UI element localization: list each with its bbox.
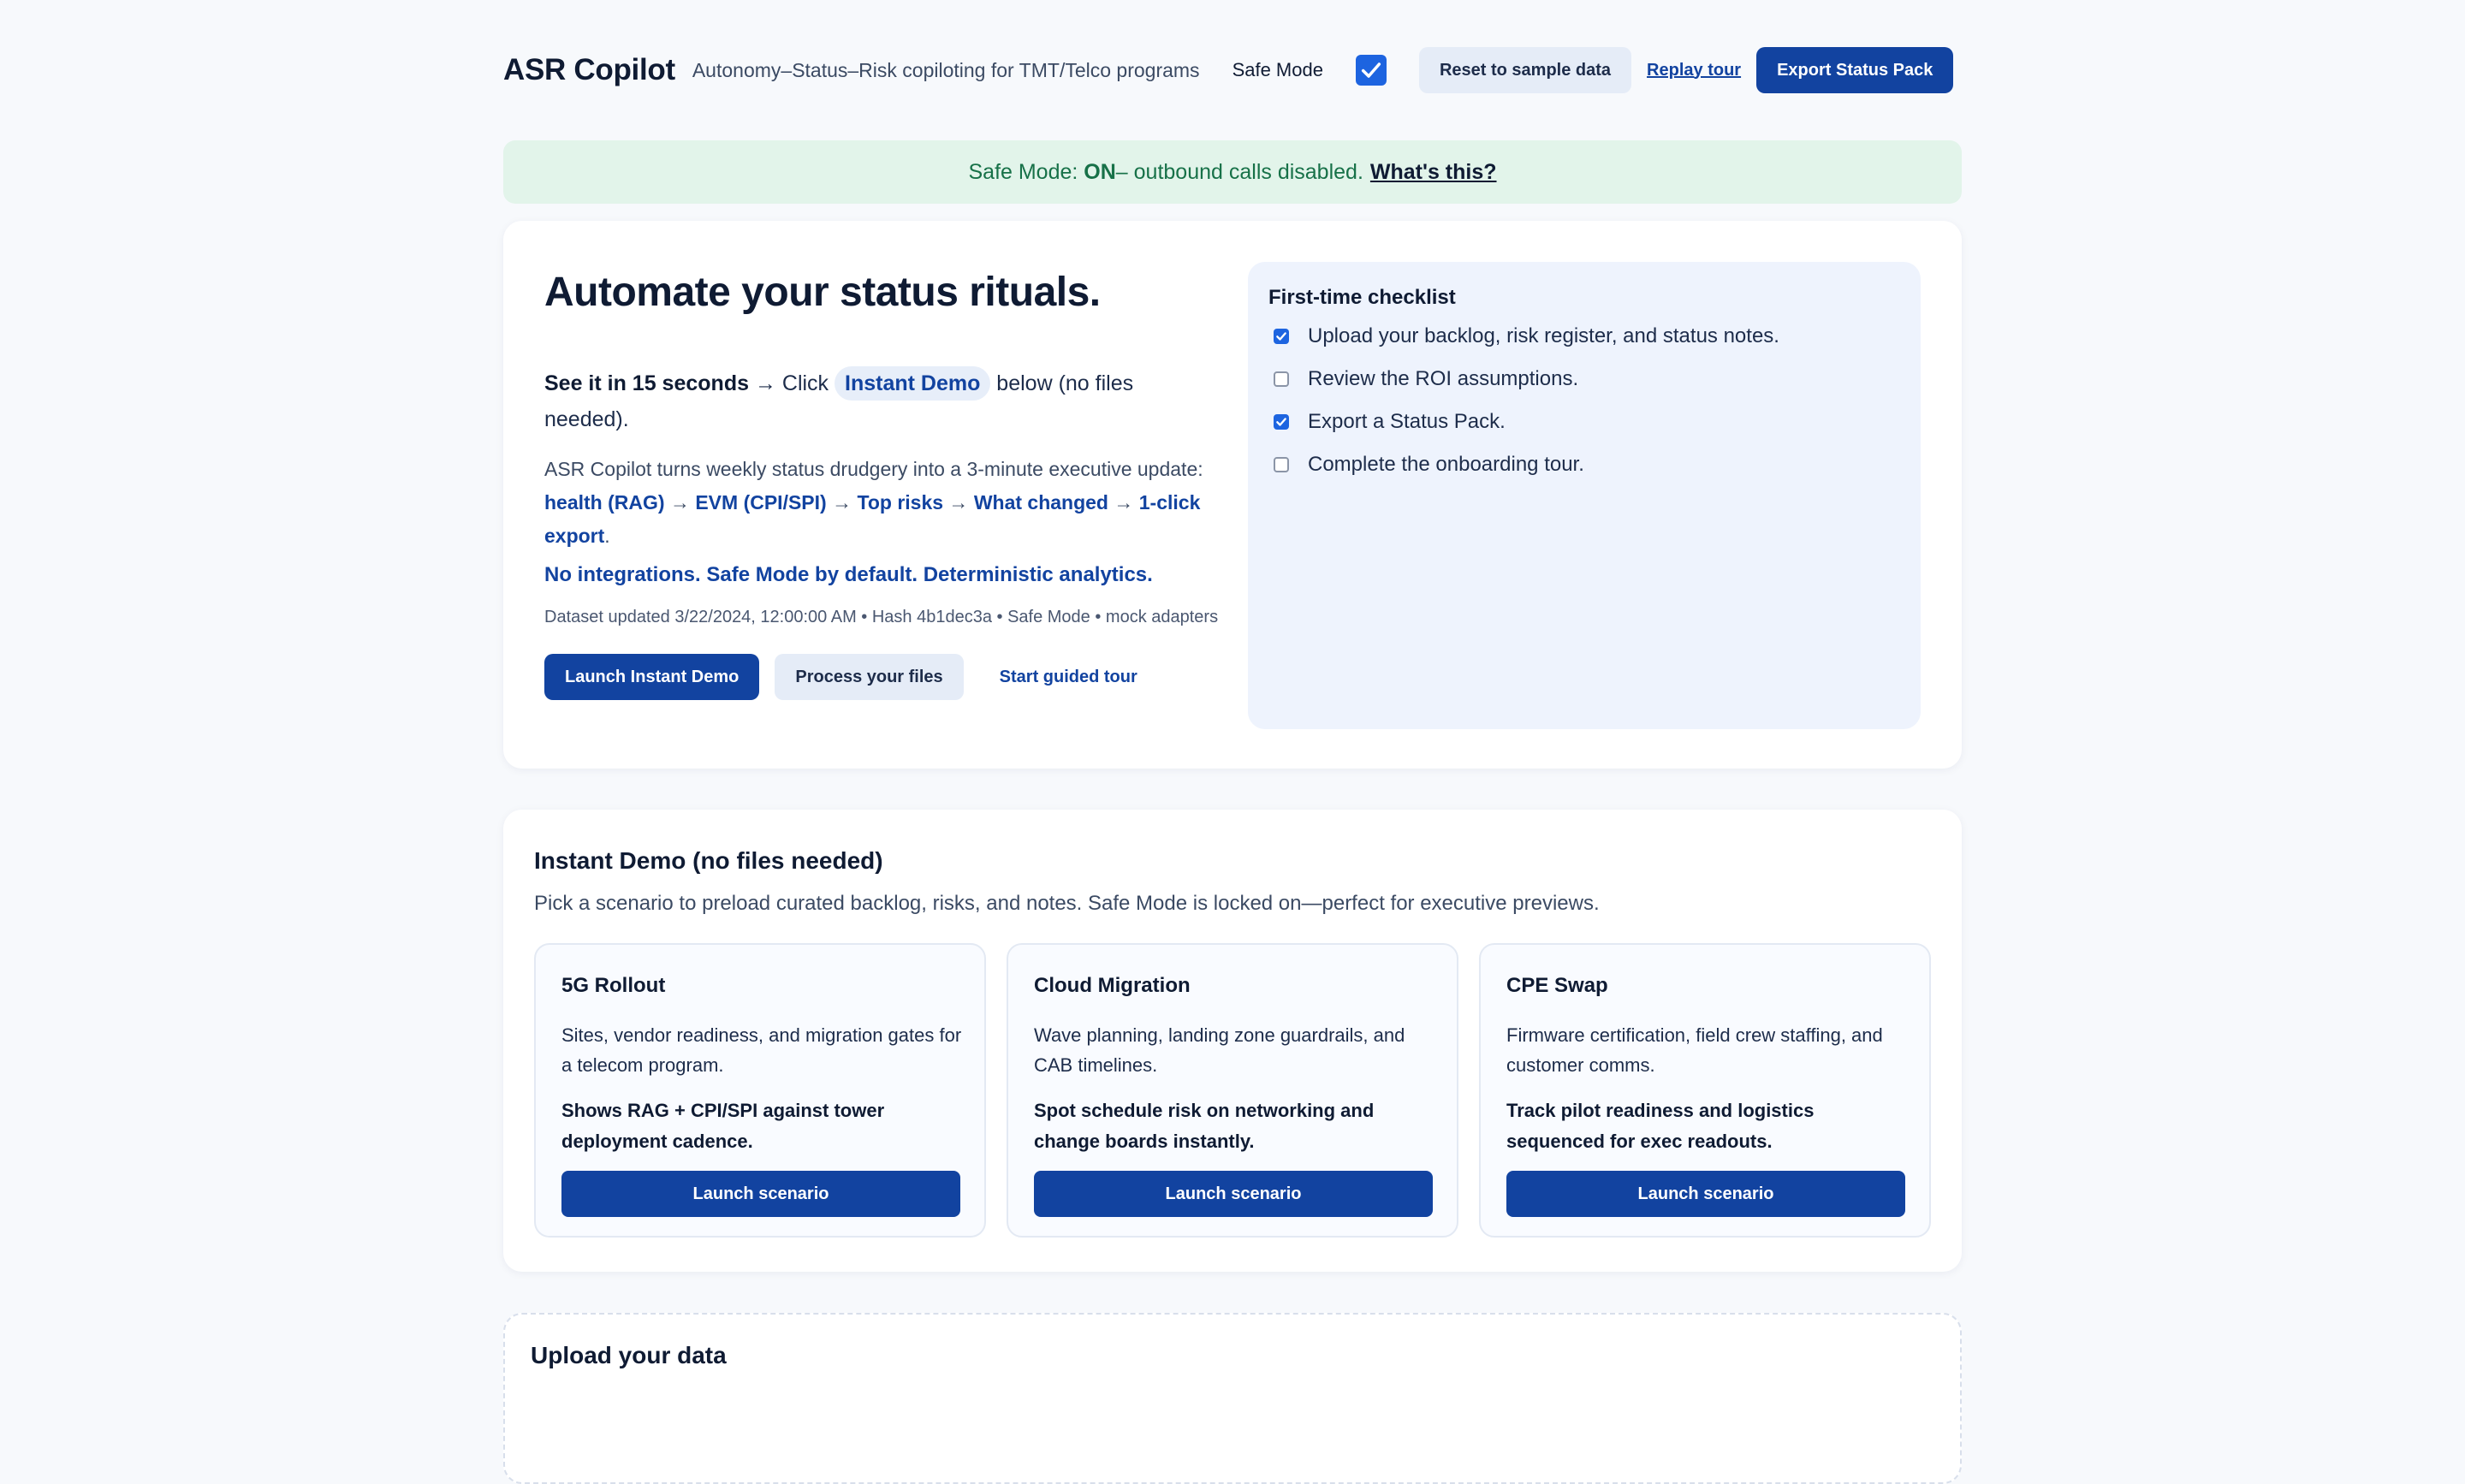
launch-instant-demo-button[interactable]: Launch Instant Demo — [544, 654, 760, 700]
see-it-click: → Click — [749, 371, 835, 395]
checklist-title: First-time checklist — [1268, 286, 1456, 309]
scenario-description: Firmware certification, field crew staff… — [1506, 1024, 1883, 1076]
checkbox-checked[interactable] — [1274, 414, 1289, 430]
reset-sample-data-button[interactable]: Reset to sample data — [1418, 47, 1632, 93]
pipeline-separator: → — [943, 491, 974, 513]
launch-scenario-button[interactable]: Launch scenario — [561, 1171, 960, 1217]
checklist-item-label: Export a Status Pack. — [1308, 410, 1506, 433]
first-time-checklist: First-time checklist Upload your backlog… — [1248, 262, 1921, 729]
scenario-highlight: Spot schedule risk on networking and cha… — [1034, 1100, 1375, 1152]
hero-description: ASR Copilot turns weekly status drudgery… — [544, 453, 1221, 553]
checkbox-unchecked[interactable] — [1274, 457, 1289, 472]
instant-demo-section: Instant Demo (no files needed) Pick a sc… — [503, 810, 1962, 1272]
scenario-highlight: Track pilot readiness and logistics sequ… — [1506, 1100, 1815, 1152]
pipeline-step: health (RAG) — [544, 491, 665, 513]
integrations-rest: Safe Mode by default. Deterministic anal… — [700, 563, 1153, 586]
app-title: ASR Copilot — [503, 53, 675, 86]
page: ASR Copilot Autonomy–Status–Risk copilot… — [503, 0, 1962, 1484]
pipeline-separator: → — [826, 491, 858, 513]
hero-card: Automate your status rituals. See it in … — [503, 221, 1962, 769]
app-header: ASR Copilot Autonomy–Status–Risk copilot… — [503, 0, 1962, 140]
app-tagline: Autonomy–Status–Risk copiloting for TMT/… — [692, 58, 1200, 81]
safe-mode-banner: Safe Mode: ON – outbound calls disabled.… — [503, 140, 1962, 204]
check-icon — [1276, 332, 1286, 341]
checklist-item-label: Complete the onboarding tour. — [1308, 453, 1584, 476]
pipeline-separator: . — [604, 525, 610, 547]
pipeline-step: Top risks — [857, 491, 944, 513]
checklist-item[interactable]: Complete the onboarding tour. — [1274, 443, 1921, 486]
process-files-button[interactable]: Process your files — [775, 654, 964, 700]
integrations-line: No integrations. Safe Mode by default. D… — [544, 563, 1221, 587]
replay-tour-link[interactable]: Replay tour — [1647, 61, 1741, 80]
checklist-item[interactable]: Export a Status Pack. — [1274, 401, 1921, 443]
upload-section: Upload your data — [503, 1313, 1962, 1484]
scenario-highlight: Shows RAG + CPI/SPI against tower deploy… — [561, 1100, 885, 1152]
safe-mode-label: Safe Mode — [1232, 59, 1323, 80]
hero-title: Automate your status rituals. — [544, 270, 1101, 315]
checkbox-checked[interactable] — [1274, 329, 1289, 344]
scenario-description: Sites, vendor readiness, and migration g… — [561, 1024, 962, 1076]
pipeline-separator: → — [1108, 491, 1139, 513]
see-it-line: See it in 15 seconds → Click Instant Dem… — [544, 365, 1221, 437]
checklist-item[interactable]: Review the ROI assumptions. — [1274, 358, 1921, 401]
scenario-card-cpe-swap: CPE Swap Firmware certification, field c… — [1479, 943, 1931, 1238]
see-it-bold: See it in 15 seconds — [544, 371, 749, 395]
export-status-pack-button[interactable]: Export Status Pack — [1756, 47, 1954, 93]
launch-scenario-button[interactable]: Launch scenario — [1506, 1171, 1905, 1217]
hero-actions: Launch Instant Demo Process your files S… — [544, 654, 1221, 700]
pipeline-step: What changed — [973, 491, 1108, 513]
checklist-item-label: Review the ROI assumptions. — [1308, 367, 1579, 390]
scenario-description: Wave planning, landing zone guardrails, … — [1034, 1024, 1405, 1076]
whats-this-link[interactable]: What's this? — [1370, 160, 1497, 185]
banner-suffix: – outbound calls disabled. — [1115, 159, 1363, 184]
checklist-item-label: Upload your backlog, risk register, and … — [1308, 324, 1779, 347]
scenario-title: Cloud Migration — [1034, 974, 1191, 997]
integrations-bold: No integrations. — [544, 563, 701, 586]
start-guided-tour-button[interactable]: Start guided tour — [979, 654, 1158, 700]
safe-mode-checkbox[interactable] — [1355, 55, 1387, 86]
scenario-card-5g-rollout: 5G Rollout Sites, vendor readiness, and … — [534, 943, 986, 1238]
scenario-card-cloud-migration: Cloud Migration Wave planning, landing z… — [1007, 943, 1458, 1238]
instant-demo-title: Instant Demo (no files needed) — [534, 847, 883, 874]
dataset-meta: Dataset updated 3/22/2024, 12:00:00 AM •… — [544, 608, 1219, 626]
check-icon — [1276, 418, 1286, 426]
pipeline-separator: → — [664, 491, 696, 513]
scenario-list: 5G Rollout Sites, vendor readiness, and … — [534, 943, 1931, 1238]
pipeline-step: EVM (CPI/SPI) — [695, 491, 827, 513]
checklist-item[interactable]: Upload your backlog, risk register, and … — [1274, 315, 1921, 358]
hero-content: Automate your status rituals. See it in … — [544, 269, 1221, 700]
banner-state: ON — [1084, 159, 1116, 184]
banner-prefix: Safe Mode: — [968, 159, 1078, 184]
instant-demo-chip: Instant Demo — [835, 366, 991, 401]
upload-title: Upload your data — [531, 1342, 727, 1368]
description-lead: ASR Copilot turns weekly status drudgery… — [544, 458, 1203, 480]
scenario-title: CPE Swap — [1506, 974, 1608, 997]
scenario-title: 5G Rollout — [561, 974, 666, 997]
checkbox-unchecked[interactable] — [1274, 371, 1289, 387]
check-icon — [1361, 62, 1381, 78]
instant-demo-subtitle: Pick a scenario to preload curated backl… — [534, 892, 1600, 915]
launch-scenario-button[interactable]: Launch scenario — [1034, 1171, 1433, 1217]
